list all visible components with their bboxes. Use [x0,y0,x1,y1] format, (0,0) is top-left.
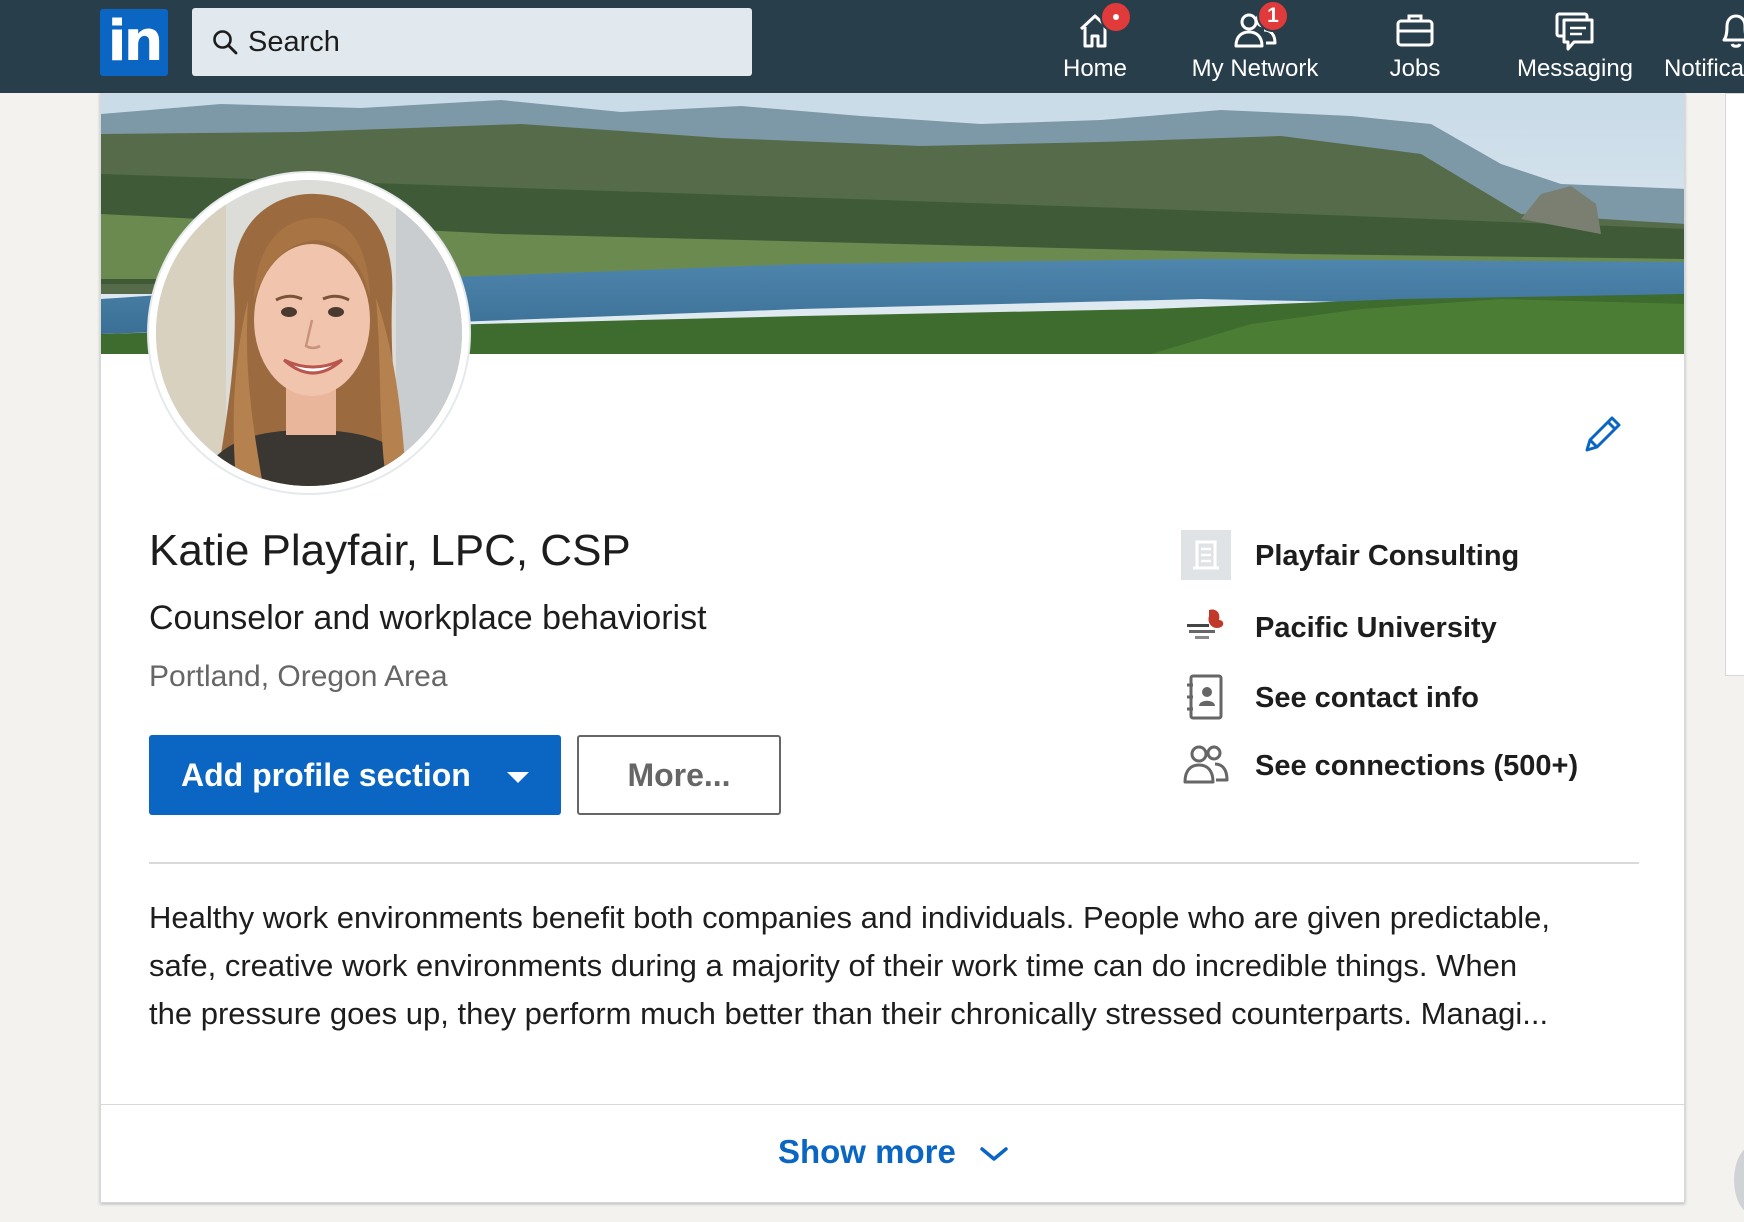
summary-line: the pressure goes up, they perform much … [149,996,1549,1031]
briefcase-icon [1396,14,1434,47]
profile-location: Portland, Oregon Area [149,660,448,693]
current-company-label: Playfair Consulting [1255,540,1520,572]
search-box[interactable] [192,8,752,76]
nav-my-network-label: My Network [1191,55,1319,82]
profile-summary: Healthy work environments benefit both c… [149,894,1649,1038]
edge-avatar [1734,1145,1744,1215]
summary-line: Healthy work environments benefit both c… [149,900,1550,935]
education-link[interactable]: Pacific University [1181,602,1651,658]
nav-notifications-label: Notifica [1664,55,1744,82]
show-more-button[interactable]: Show more [101,1133,1684,1171]
nav-messaging-label: Messaging [1516,55,1634,82]
show-more-label: Show more [777,1133,956,1170]
connections-label: See connections (500+) [1255,750,1579,782]
global-nav: in Home 1 My Network Jo [0,0,1744,93]
contact-info-link[interactable]: See contact info [1181,672,1651,728]
messaging-icon [1555,12,1594,51]
bell-icon [1722,14,1744,48]
profile-photo[interactable] [149,173,469,493]
profile-headline: Counselor and workplace behaviorist [149,599,707,637]
add-profile-section-button[interactable]: Add profile section [149,735,561,815]
caret-down-icon [507,772,529,783]
nav-home[interactable]: Home [1045,0,1145,93]
search-icon [213,30,238,55]
home-notification-dot [1100,1,1132,33]
profile-card: Katie Playfair, LPC, CSP Counselor and w… [100,93,1685,1203]
school-logo-icon [1181,602,1231,652]
company-icon [1181,530,1231,580]
add-profile-section-label: Add profile section [181,756,471,793]
nav-jobs[interactable]: Jobs [1365,0,1465,93]
connections-icon [1183,745,1229,784]
nav-home-label: Home [1062,55,1128,82]
show-more-bar: Show more [101,1104,1684,1202]
profile-name: Katie Playfair, LPC, CSP [149,526,631,575]
current-company-link[interactable]: Playfair Consulting [1181,530,1651,586]
chevron-down-icon [980,1147,1008,1162]
nav-my-network[interactable]: 1 My Network [1180,0,1330,93]
network-badge: 1 [1257,0,1289,32]
contact-card-icon [1187,674,1223,720]
contact-info-label: See contact info [1255,682,1479,714]
more-button[interactable]: More... [577,735,781,815]
right-rail-card [1725,93,1744,676]
summary-line: safe, creative work environments during … [149,948,1518,983]
profile-photo-image [156,180,462,486]
education-label: Pacific University [1255,612,1497,644]
edit-intro-pencil-icon[interactable] [1581,412,1625,456]
nav-jobs-label: Jobs [1389,55,1441,82]
nav-notifications[interactable]: Notifica [1664,0,1744,93]
nav-messaging[interactable]: Messaging [1510,0,1640,93]
linkedin-logo[interactable]: in [100,9,168,76]
search-input[interactable] [248,8,728,76]
connections-link[interactable]: See connections (500+) [1181,740,1651,796]
section-divider [149,862,1639,864]
